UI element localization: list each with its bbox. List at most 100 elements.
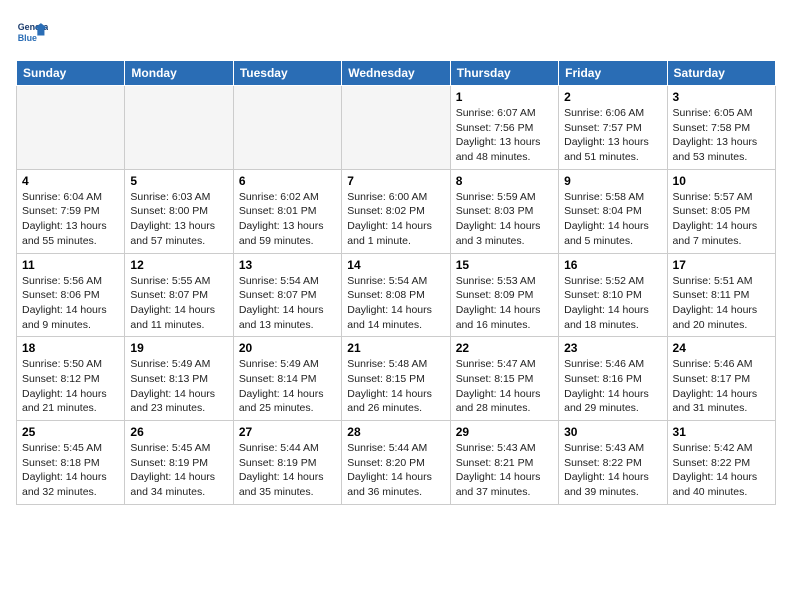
- day-number: 26: [130, 425, 227, 439]
- dow-header: Friday: [559, 61, 667, 86]
- calendar-week-row: 1 Sunrise: 6:07 AMSunset: 7:56 PMDaylight…: [17, 86, 776, 170]
- day-info-line: Sunset: 8:01 PM: [239, 204, 336, 219]
- calendar-cell: 10Sunrise: 5:57 AMSunset: 8:05 PMDayligh…: [667, 169, 775, 253]
- day-info-line: Sunrise: 5:44 AM: [347, 441, 444, 456]
- calendar-cell: 26Sunrise: 5:45 AMSunset: 8:19 PMDayligh…: [125, 421, 233, 505]
- calendar-cell: 3Sunrise: 6:05 AMSunset: 7:58 PMDaylight…: [667, 86, 775, 170]
- day-info: Sunrise: 5:59 AMSunset: 8:03 PMDaylight:…: [456, 190, 553, 249]
- day-info-line: Sunrise: 5:43 AM: [564, 441, 661, 456]
- day-info: Sunrise: 6:06 AMSunset: 7:57 PMDaylight:…: [564, 106, 661, 165]
- day-info-line: Sunset: 8:17 PM: [673, 372, 770, 387]
- day-info: Sunrise: 6:07 AMSunset: 7:56 PMDaylight:…: [456, 106, 553, 165]
- day-number: 1: [456, 90, 553, 104]
- day-info-line: Daylight: 14 hours and 25 minutes.: [239, 387, 336, 416]
- calendar-cell: 12Sunrise: 5:55 AMSunset: 8:07 PMDayligh…: [125, 253, 233, 337]
- day-info-line: Sunset: 8:02 PM: [347, 204, 444, 219]
- page-header: General Blue: [16, 16, 776, 48]
- day-info-line: Daylight: 14 hours and 26 minutes.: [347, 387, 444, 416]
- calendar-cell: [17, 86, 125, 170]
- logo: General Blue: [16, 16, 48, 48]
- day-info-line: Sunrise: 5:43 AM: [456, 441, 553, 456]
- calendar-cell: 30Sunrise: 5:43 AMSunset: 8:22 PMDayligh…: [559, 421, 667, 505]
- day-info-line: Sunrise: 5:59 AM: [456, 190, 553, 205]
- calendar-cell: 29Sunrise: 5:43 AMSunset: 8:21 PMDayligh…: [450, 421, 558, 505]
- day-info: Sunrise: 5:45 AMSunset: 8:18 PMDaylight:…: [22, 441, 119, 500]
- day-info-line: Sunset: 8:00 PM: [130, 204, 227, 219]
- calendar-cell: [233, 86, 341, 170]
- day-info: Sunrise: 5:48 AMSunset: 8:15 PMDaylight:…: [347, 357, 444, 416]
- day-info-line: Sunrise: 5:52 AM: [564, 274, 661, 289]
- day-info-line: Daylight: 14 hours and 14 minutes.: [347, 303, 444, 332]
- day-number: 22: [456, 341, 553, 355]
- dow-header: Thursday: [450, 61, 558, 86]
- day-info: Sunrise: 5:53 AMSunset: 8:09 PMDaylight:…: [456, 274, 553, 333]
- day-info: Sunrise: 5:43 AMSunset: 8:22 PMDaylight:…: [564, 441, 661, 500]
- calendar-cell: 23Sunrise: 5:46 AMSunset: 8:16 PMDayligh…: [559, 337, 667, 421]
- day-number: 14: [347, 258, 444, 272]
- day-number: 9: [564, 174, 661, 188]
- logo-icon: General Blue: [16, 16, 48, 48]
- day-info: Sunrise: 5:47 AMSunset: 8:15 PMDaylight:…: [456, 357, 553, 416]
- day-info-line: Daylight: 14 hours and 34 minutes.: [130, 470, 227, 499]
- day-info-line: Sunrise: 5:53 AM: [456, 274, 553, 289]
- calendar-cell: 18Sunrise: 5:50 AMSunset: 8:12 PMDayligh…: [17, 337, 125, 421]
- calendar-week-row: 11Sunrise: 5:56 AMSunset: 8:06 PMDayligh…: [17, 253, 776, 337]
- day-number: 24: [673, 341, 770, 355]
- day-info-line: Sunset: 8:04 PM: [564, 204, 661, 219]
- day-info-line: Daylight: 14 hours and 20 minutes.: [673, 303, 770, 332]
- day-info-line: Sunrise: 6:03 AM: [130, 190, 227, 205]
- day-info-line: Sunrise: 5:58 AM: [564, 190, 661, 205]
- calendar-cell: 4Sunrise: 6:04 AMSunset: 7:59 PMDaylight…: [17, 169, 125, 253]
- day-info-line: Sunrise: 5:48 AM: [347, 357, 444, 372]
- day-info-line: Sunset: 8:22 PM: [564, 456, 661, 471]
- dow-header: Sunday: [17, 61, 125, 86]
- day-info-line: Sunrise: 5:49 AM: [130, 357, 227, 372]
- calendar-cell: 22 Sunrise: 5:47 AMSunset: 8:15 PMDayligh…: [450, 337, 558, 421]
- calendar-cell: 13Sunrise: 5:54 AMSunset: 8:07 PMDayligh…: [233, 253, 341, 337]
- calendar-cell: 19Sunrise: 5:49 AMSunset: 8:13 PMDayligh…: [125, 337, 233, 421]
- day-info-line: Daylight: 14 hours and 31 minutes.: [673, 387, 770, 416]
- day-info-line: Daylight: 13 hours and 51 minutes.: [564, 135, 661, 164]
- day-number: 5: [130, 174, 227, 188]
- day-number: 23: [564, 341, 661, 355]
- day-info-line: Sunrise: 6:04 AM: [22, 190, 119, 205]
- day-info: Sunrise: 5:58 AMSunset: 8:04 PMDaylight:…: [564, 190, 661, 249]
- dow-header: Saturday: [667, 61, 775, 86]
- day-number: 17: [673, 258, 770, 272]
- day-info-line: Sunset: 8:13 PM: [130, 372, 227, 387]
- calendar-cell: 28Sunrise: 5:44 AMSunset: 8:20 PMDayligh…: [342, 421, 450, 505]
- day-info-line: Sunset: 8:09 PM: [456, 288, 553, 303]
- days-of-week-row: SundayMondayTuesdayWednesdayThursdayFrid…: [17, 61, 776, 86]
- day-number: 21: [347, 341, 444, 355]
- day-info-line: Daylight: 14 hours and 39 minutes.: [564, 470, 661, 499]
- day-info: Sunrise: 5:49 AMSunset: 8:14 PMDaylight:…: [239, 357, 336, 416]
- day-info-line: Sunrise: 5:46 AM: [564, 357, 661, 372]
- svg-text:Blue: Blue: [18, 33, 37, 43]
- calendar-cell: 20 Sunrise: 5:49 AMSunset: 8:14 PMDayligh…: [233, 337, 341, 421]
- calendar-cell: 2Sunrise: 6:06 AMSunset: 7:57 PMDaylight…: [559, 86, 667, 170]
- calendar-cell: 27Sunrise: 5:44 AMSunset: 8:19 PMDayligh…: [233, 421, 341, 505]
- day-info-line: Sunset: 8:20 PM: [347, 456, 444, 471]
- day-info-line: Daylight: 14 hours and 5 minutes.: [564, 219, 661, 248]
- calendar-cell: 15Sunrise: 5:53 AMSunset: 8:09 PMDayligh…: [450, 253, 558, 337]
- day-info-line: Sunrise: 5:45 AM: [22, 441, 119, 456]
- day-info-line: Sunrise: 6:02 AM: [239, 190, 336, 205]
- day-info-line: Sunset: 8:07 PM: [130, 288, 227, 303]
- day-info: Sunrise: 6:05 AMSunset: 7:58 PMDaylight:…: [673, 106, 770, 165]
- day-info-line: Daylight: 14 hours and 21 minutes.: [22, 387, 119, 416]
- day-info-line: Sunrise: 5:44 AM: [239, 441, 336, 456]
- day-info-line: Sunset: 8:15 PM: [347, 372, 444, 387]
- day-info-line: Sunrise: 5:55 AM: [130, 274, 227, 289]
- day-info-line: Sunrise: 5:51 AM: [673, 274, 770, 289]
- day-number: 20: [239, 341, 336, 355]
- day-info-line: Sunrise: 6:07 AM: [456, 106, 553, 121]
- calendar-table: SundayMondayTuesdayWednesdayThursdayFrid…: [16, 60, 776, 505]
- day-info-line: Sunrise: 6:05 AM: [673, 106, 770, 121]
- day-info-line: Sunrise: 5:42 AM: [673, 441, 770, 456]
- day-number: 25: [22, 425, 119, 439]
- day-number: 19: [130, 341, 227, 355]
- day-info-line: Daylight: 14 hours and 9 minutes.: [22, 303, 119, 332]
- day-info: Sunrise: 5:42 AMSunset: 8:22 PMDaylight:…: [673, 441, 770, 500]
- day-info-line: Daylight: 13 hours and 53 minutes.: [673, 135, 770, 164]
- day-info-line: Sunset: 8:10 PM: [564, 288, 661, 303]
